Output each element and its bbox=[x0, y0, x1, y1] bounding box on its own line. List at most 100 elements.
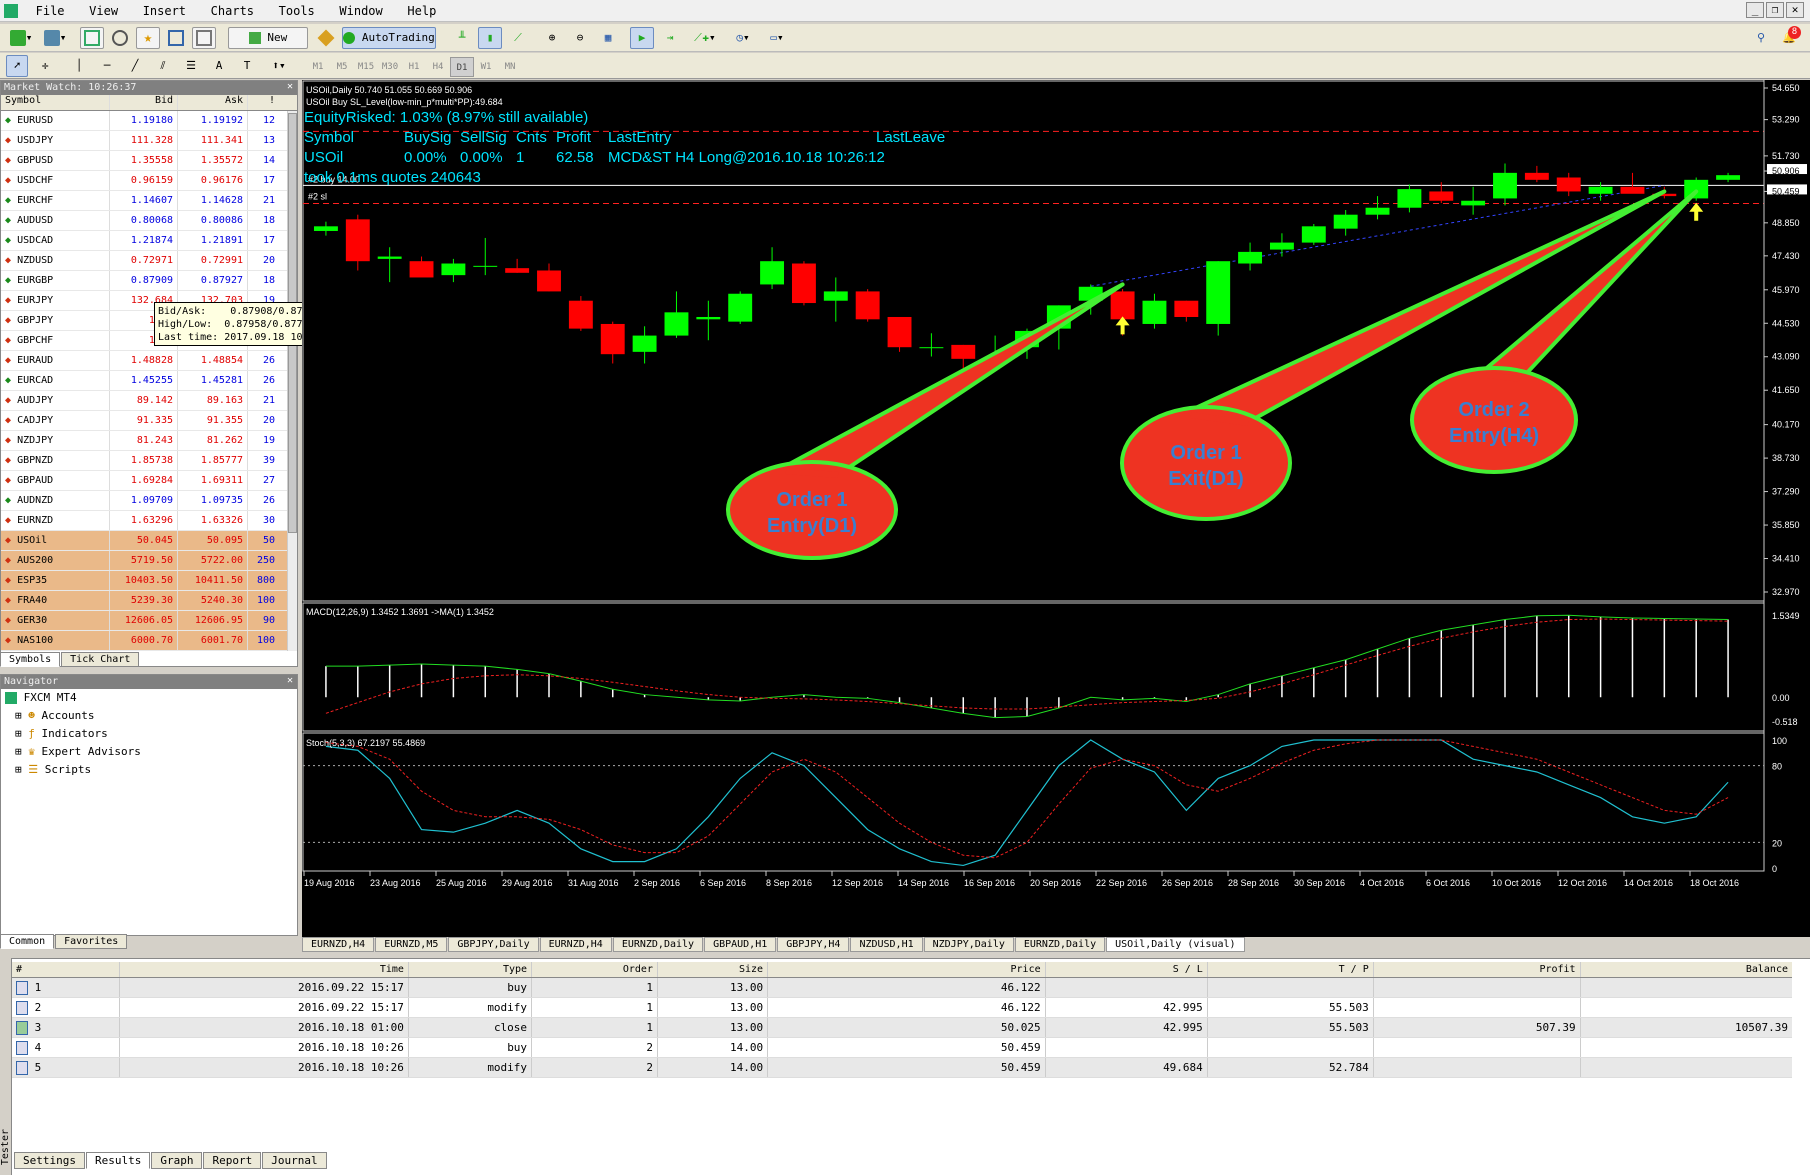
periods-button[interactable]: ◷▾ bbox=[728, 27, 758, 49]
line-chart-button[interactable]: ⟋ bbox=[506, 27, 530, 49]
navigator-item-expert-advisors[interactable]: ⊞ ♛ Expert Advisors bbox=[1, 743, 297, 761]
crosshair-tool[interactable]: ✛ bbox=[34, 55, 56, 77]
market-watch-row[interactable]: ◆ AUS200 5719.50 5722.00 250 bbox=[1, 551, 297, 571]
chart-tab[interactable]: GBPJPY,H4 bbox=[777, 937, 850, 952]
market-watch-row[interactable]: ◆ EURNZD 1.63296 1.63326 30 bbox=[1, 511, 297, 531]
tab-results[interactable]: Results bbox=[85, 1152, 151, 1169]
zoom-in-button[interactable]: ⊕ bbox=[540, 27, 564, 49]
timeframe-m15[interactable]: M15 bbox=[354, 57, 378, 77]
navigator-item-scripts[interactable]: ⊞ ☰ Scripts bbox=[1, 761, 297, 779]
tab-tick-chart[interactable]: Tick Chart bbox=[61, 652, 140, 667]
chart-tab[interactable]: GBPAUD,H1 bbox=[704, 937, 777, 952]
channel-tool[interactable]: ⫽ bbox=[152, 55, 174, 77]
timeframe-m30[interactable]: M30 bbox=[378, 57, 402, 77]
autotrading-button[interactable]: AutoTrading bbox=[342, 27, 436, 49]
text-tool[interactable]: A bbox=[208, 55, 230, 77]
market-watch-row[interactable]: ◆ GBPNZD 1.85738 1.85777 39 bbox=[1, 451, 297, 471]
col-type[interactable]: Type bbox=[407, 962, 531, 977]
restore-button[interactable]: ❐ bbox=[1766, 2, 1784, 18]
chart-tab[interactable]: EURNZD,Daily bbox=[1014, 937, 1106, 952]
market-watch-row[interactable]: ◆ FRA40 5239.30 5240.30 100 bbox=[1, 591, 297, 611]
col-tp[interactable]: T / P bbox=[1206, 962, 1373, 977]
market-watch-row[interactable]: ◆ GBPAUD 1.69284 1.69311 27 bbox=[1, 471, 297, 491]
label-tool[interactable]: T bbox=[236, 55, 258, 77]
market-watch-row[interactable]: ◆ AUDUSD 0.80068 0.80086 18 bbox=[1, 211, 297, 231]
market-watch-row[interactable]: ◆ EURAUD 1.48828 1.48854 26 bbox=[1, 351, 297, 371]
horizontal-line-tool[interactable]: ─ bbox=[96, 55, 118, 77]
chart-tab[interactable]: EURNZD,M5 bbox=[375, 937, 448, 952]
search-button[interactable]: ⚲ bbox=[1750, 27, 1772, 49]
market-watch-row[interactable]: ◆ GBPUSD 1.35558 1.35572 14 bbox=[1, 151, 297, 171]
market-watch-row[interactable]: ◆ NZDJPY 81.243 81.262 19 bbox=[1, 431, 297, 451]
result-row[interactable]: 1 2016.09.22 15:17 buy 1 13.00 46.122 bbox=[12, 978, 1792, 998]
chart-tab[interactable]: EURNZD,Daily bbox=[612, 937, 704, 952]
tab-common[interactable]: Common bbox=[0, 934, 55, 949]
col-size[interactable]: Size bbox=[656, 962, 767, 977]
new-chart-button[interactable]: ▾ bbox=[6, 27, 36, 49]
timeframe-mn[interactable]: MN bbox=[498, 57, 522, 77]
market-watch-row[interactable]: ◆ EURUSD 1.19180 1.19192 12 bbox=[1, 111, 297, 131]
col-symbol[interactable]: Symbol bbox=[1, 95, 109, 110]
timeframe-h4[interactable]: H4 bbox=[426, 57, 450, 77]
auto-scroll-button[interactable]: ▶ bbox=[630, 27, 654, 49]
menu-window[interactable]: Window bbox=[330, 0, 391, 22]
indicators-button[interactable]: ✚▾ bbox=[694, 27, 724, 49]
result-row[interactable]: 5 2016.10.18 10:26 modify 2 14.00 50.459 49.68… bbox=[12, 1058, 1792, 1078]
market-watch-row[interactable]: ◆ USOil 50.045 50.095 50 bbox=[1, 531, 297, 551]
vertical-line-tool[interactable]: │ bbox=[68, 55, 90, 77]
chart-canvas[interactable]: #2 buy 14.00#2 slUSOil,Daily 50.740 51.0… bbox=[302, 80, 1810, 937]
col-price[interactable]: Price bbox=[767, 962, 1045, 977]
result-row[interactable]: 3 2016.10.18 01:00 close 1 13.00 50.025 42.995… bbox=[12, 1018, 1792, 1038]
market-watch-scrollbar[interactable] bbox=[287, 111, 297, 651]
market-watch-row[interactable]: ◆ NZDUSD 0.72971 0.72991 20 bbox=[1, 251, 297, 271]
chart-window[interactable]: #2 buy 14.00 #2 sl USOil,Daily 50.740 51.0… bbox=[302, 80, 1810, 937]
col-bid[interactable]: Bid bbox=[109, 95, 177, 110]
col-sl[interactable]: S / L bbox=[1044, 962, 1207, 977]
data-window-toggle[interactable] bbox=[108, 27, 132, 49]
result-row[interactable]: 2 2016.09.22 15:17 modify 1 13.00 46.122 42.99… bbox=[12, 998, 1792, 1018]
templates-button[interactable]: ▭▾ bbox=[762, 27, 792, 49]
market-watch-row[interactable]: ◆ USDCAD 1.21874 1.21891 17 bbox=[1, 231, 297, 251]
market-watch-row[interactable]: ◆ EURCHF 1.14607 1.14628 21 bbox=[1, 191, 297, 211]
minimize-button[interactable]: _ bbox=[1746, 2, 1764, 18]
strategy-tester-toggle[interactable] bbox=[192, 27, 216, 49]
market-watch-row[interactable]: ◆ USDJPY 111.328 111.341 13 bbox=[1, 131, 297, 151]
tab-journal[interactable]: Journal bbox=[262, 1152, 327, 1169]
new-order-button[interactable]: New Order bbox=[228, 27, 308, 64]
chart-tab[interactable]: USOil,Daily (visual) bbox=[1106, 937, 1245, 952]
col-time[interactable]: Time bbox=[119, 962, 408, 977]
market-watch-row[interactable]: ◆ GER30 12606.05 12606.95 90 bbox=[1, 611, 297, 631]
menu-view[interactable]: View bbox=[80, 0, 127, 22]
tab-report[interactable]: Report bbox=[203, 1152, 262, 1169]
chart-tab[interactable]: EURNZD,H4 bbox=[302, 937, 375, 952]
navigator-item-accounts[interactable]: ⊞ ☻ Accounts bbox=[1, 707, 297, 725]
close-button[interactable]: ✕ bbox=[1786, 2, 1804, 18]
navigator-root[interactable]: FXCM MT4 bbox=[1, 689, 297, 707]
chart-tab[interactable]: GBPJPY,Daily bbox=[448, 937, 539, 952]
chart-shift-button[interactable]: ⇥ bbox=[658, 27, 682, 49]
col-spread[interactable]: ! bbox=[247, 95, 279, 110]
menu-help[interactable]: Help bbox=[398, 0, 445, 22]
col-ask[interactable]: Ask bbox=[177, 95, 247, 110]
market-watch-row[interactable]: ◆ AUDNZD 1.09709 1.09735 26 bbox=[1, 491, 297, 511]
tab-symbols[interactable]: Symbols bbox=[0, 652, 61, 667]
fibonacci-tool[interactable]: ☰ bbox=[180, 55, 202, 77]
market-watch-row[interactable]: ◆ USDCHF 0.96159 0.96176 17 bbox=[1, 171, 297, 191]
market-watch-row[interactable]: ◆ CADJPY 91.335 91.355 20 bbox=[1, 411, 297, 431]
timeframe-m1[interactable]: M1 bbox=[306, 57, 330, 77]
terminal-toggle[interactable] bbox=[164, 27, 188, 49]
result-row[interactable]: 4 2016.10.18 10:26 buy 2 14.00 50.459 bbox=[12, 1038, 1792, 1058]
market-watch-row[interactable]: ◆ EURCAD 1.45255 1.45281 26 bbox=[1, 371, 297, 391]
bar-chart-button[interactable]: ╨ bbox=[450, 27, 474, 49]
candlestick-button[interactable]: ▮ bbox=[478, 27, 502, 49]
market-watch-row[interactable]: ◆ AUDJPY 89.142 89.163 21 bbox=[1, 391, 297, 411]
navigator-close-icon[interactable]: ✕ bbox=[287, 675, 293, 686]
timeframe-h1[interactable]: H1 bbox=[402, 57, 426, 77]
market-watch-close-icon[interactable]: ✕ bbox=[287, 81, 293, 92]
menu-file[interactable]: File bbox=[27, 0, 74, 22]
market-watch-toggle[interactable] bbox=[80, 27, 104, 49]
col-profit[interactable]: Profit bbox=[1372, 962, 1580, 977]
chart-tab[interactable]: EURNZD,H4 bbox=[539, 937, 612, 952]
menu-tools[interactable]: Tools bbox=[270, 0, 324, 22]
col-order[interactable]: Order bbox=[531, 962, 657, 977]
